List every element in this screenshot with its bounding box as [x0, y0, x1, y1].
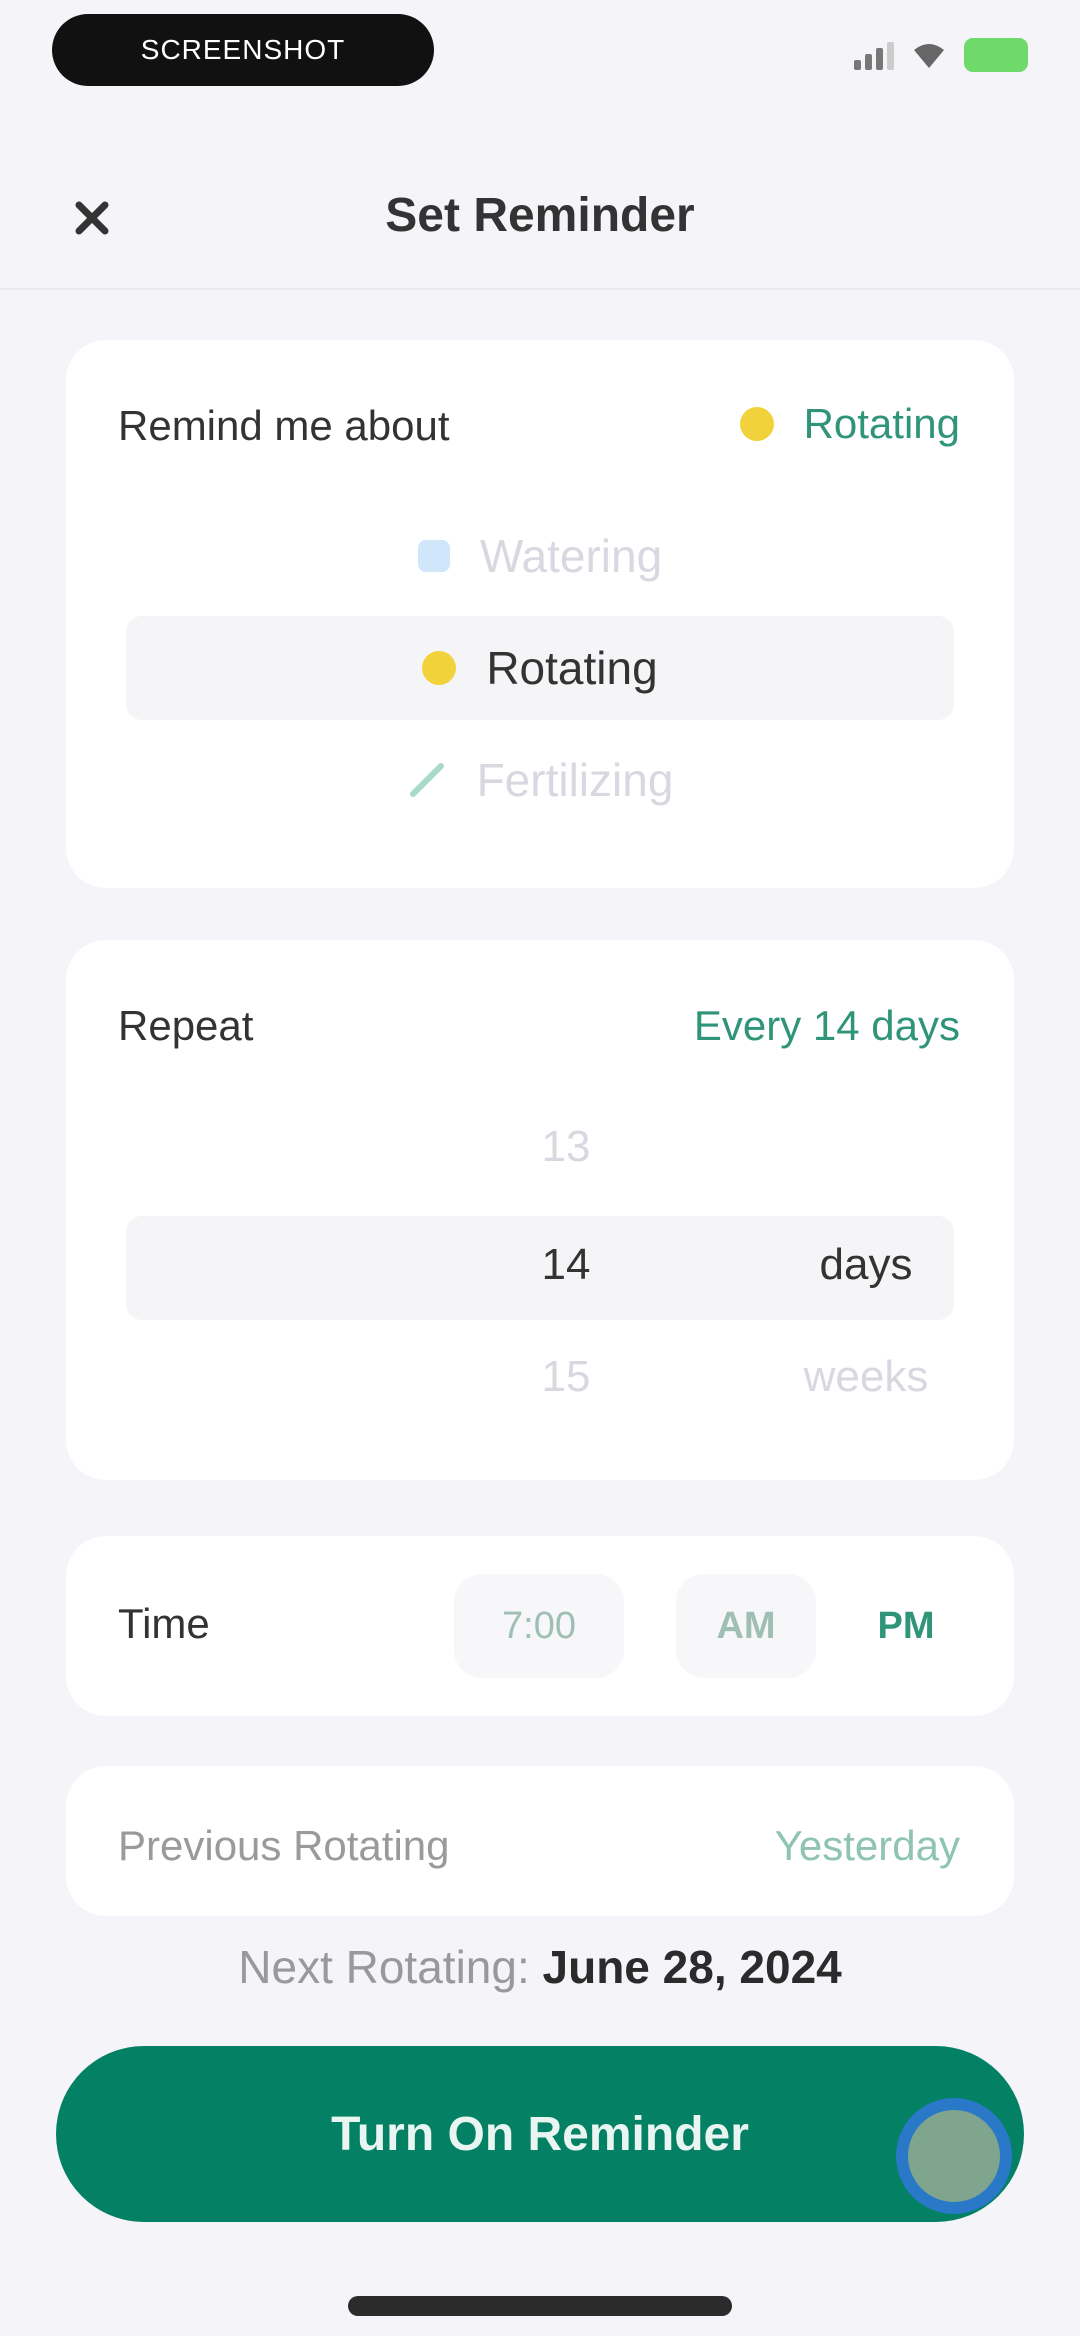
pm-toggle[interactable]: PM [836, 1574, 976, 1678]
turn-on-reminder-button[interactable]: Turn On Reminder [56, 2046, 1024, 2222]
remind-value-text: Rotating [803, 400, 960, 447]
wifi-icon [914, 44, 944, 68]
signal-icon [854, 40, 894, 70]
picker-option-label: Fertilizing [476, 754, 674, 806]
repeat-label: Repeat [118, 1002, 254, 1049]
remind-label: Remind me about [118, 402, 450, 449]
status-pill: SCREENSHOT [52, 14, 434, 86]
picker-option-label: Watering [479, 530, 663, 582]
page-title: Set Reminder [385, 189, 695, 242]
status-pill-text: SCREENSHOT [140, 34, 346, 65]
next-date: June 28, 2024 [542, 1941, 842, 1993]
remind-card: Remind me about Rotating Watering Rotati… [66, 340, 1014, 888]
next-prefix: Next Rotating: [238, 1941, 530, 1993]
picker-option-label: Rotating [486, 642, 658, 694]
time-label: Time [118, 1600, 210, 1647]
remind-value[interactable]: Rotating [739, 400, 960, 448]
header: Set Reminder [0, 150, 1080, 290]
previous-card: Previous Rotating Yesterday [66, 1766, 1014, 1916]
repeat-unit-selected[interactable]: days [766, 1240, 966, 1290]
turn-on-reminder-label: Turn On Reminder [331, 2107, 749, 2161]
next-date-line: Next Rotating: June 28, 2024 [0, 1940, 1080, 1994]
sun-icon [739, 407, 774, 441]
previous-label: Previous Rotating [118, 1822, 450, 1869]
water-drop-icon [417, 540, 450, 572]
screen: SCREENSHOT Set Reminder Remind me about … [0, 0, 1080, 2336]
assist-touch-button[interactable] [896, 2098, 1012, 2214]
repeat-number-selected[interactable]: 14 [506, 1240, 626, 1290]
time-input[interactable]: 7:00 [454, 1574, 624, 1678]
picker-option-fertilizing[interactable]: Fertilizing [126, 728, 954, 832]
fertilizer-icon [409, 763, 444, 797]
battery-icon [964, 38, 1028, 72]
repeat-card: Repeat Every 14 days 13 14 15 days weeks [66, 940, 1014, 1480]
repeat-number-prev[interactable]: 13 [506, 1122, 626, 1172]
status-icons [854, 38, 1028, 72]
home-indicator [348, 2296, 732, 2316]
picker-option-watering[interactable]: Watering [126, 504, 954, 608]
sun-icon [422, 651, 457, 685]
previous-value[interactable]: Yesterday [775, 1822, 960, 1870]
picker-option-rotating[interactable]: Rotating [126, 616, 954, 720]
repeat-unit-next[interactable]: weeks [766, 1352, 966, 1402]
repeat-value[interactable]: Every 14 days [694, 1002, 960, 1050]
time-card: Time 7:00 AM PM [66, 1536, 1014, 1716]
repeat-number-next[interactable]: 15 [506, 1352, 626, 1402]
am-toggle[interactable]: AM [676, 1574, 816, 1678]
